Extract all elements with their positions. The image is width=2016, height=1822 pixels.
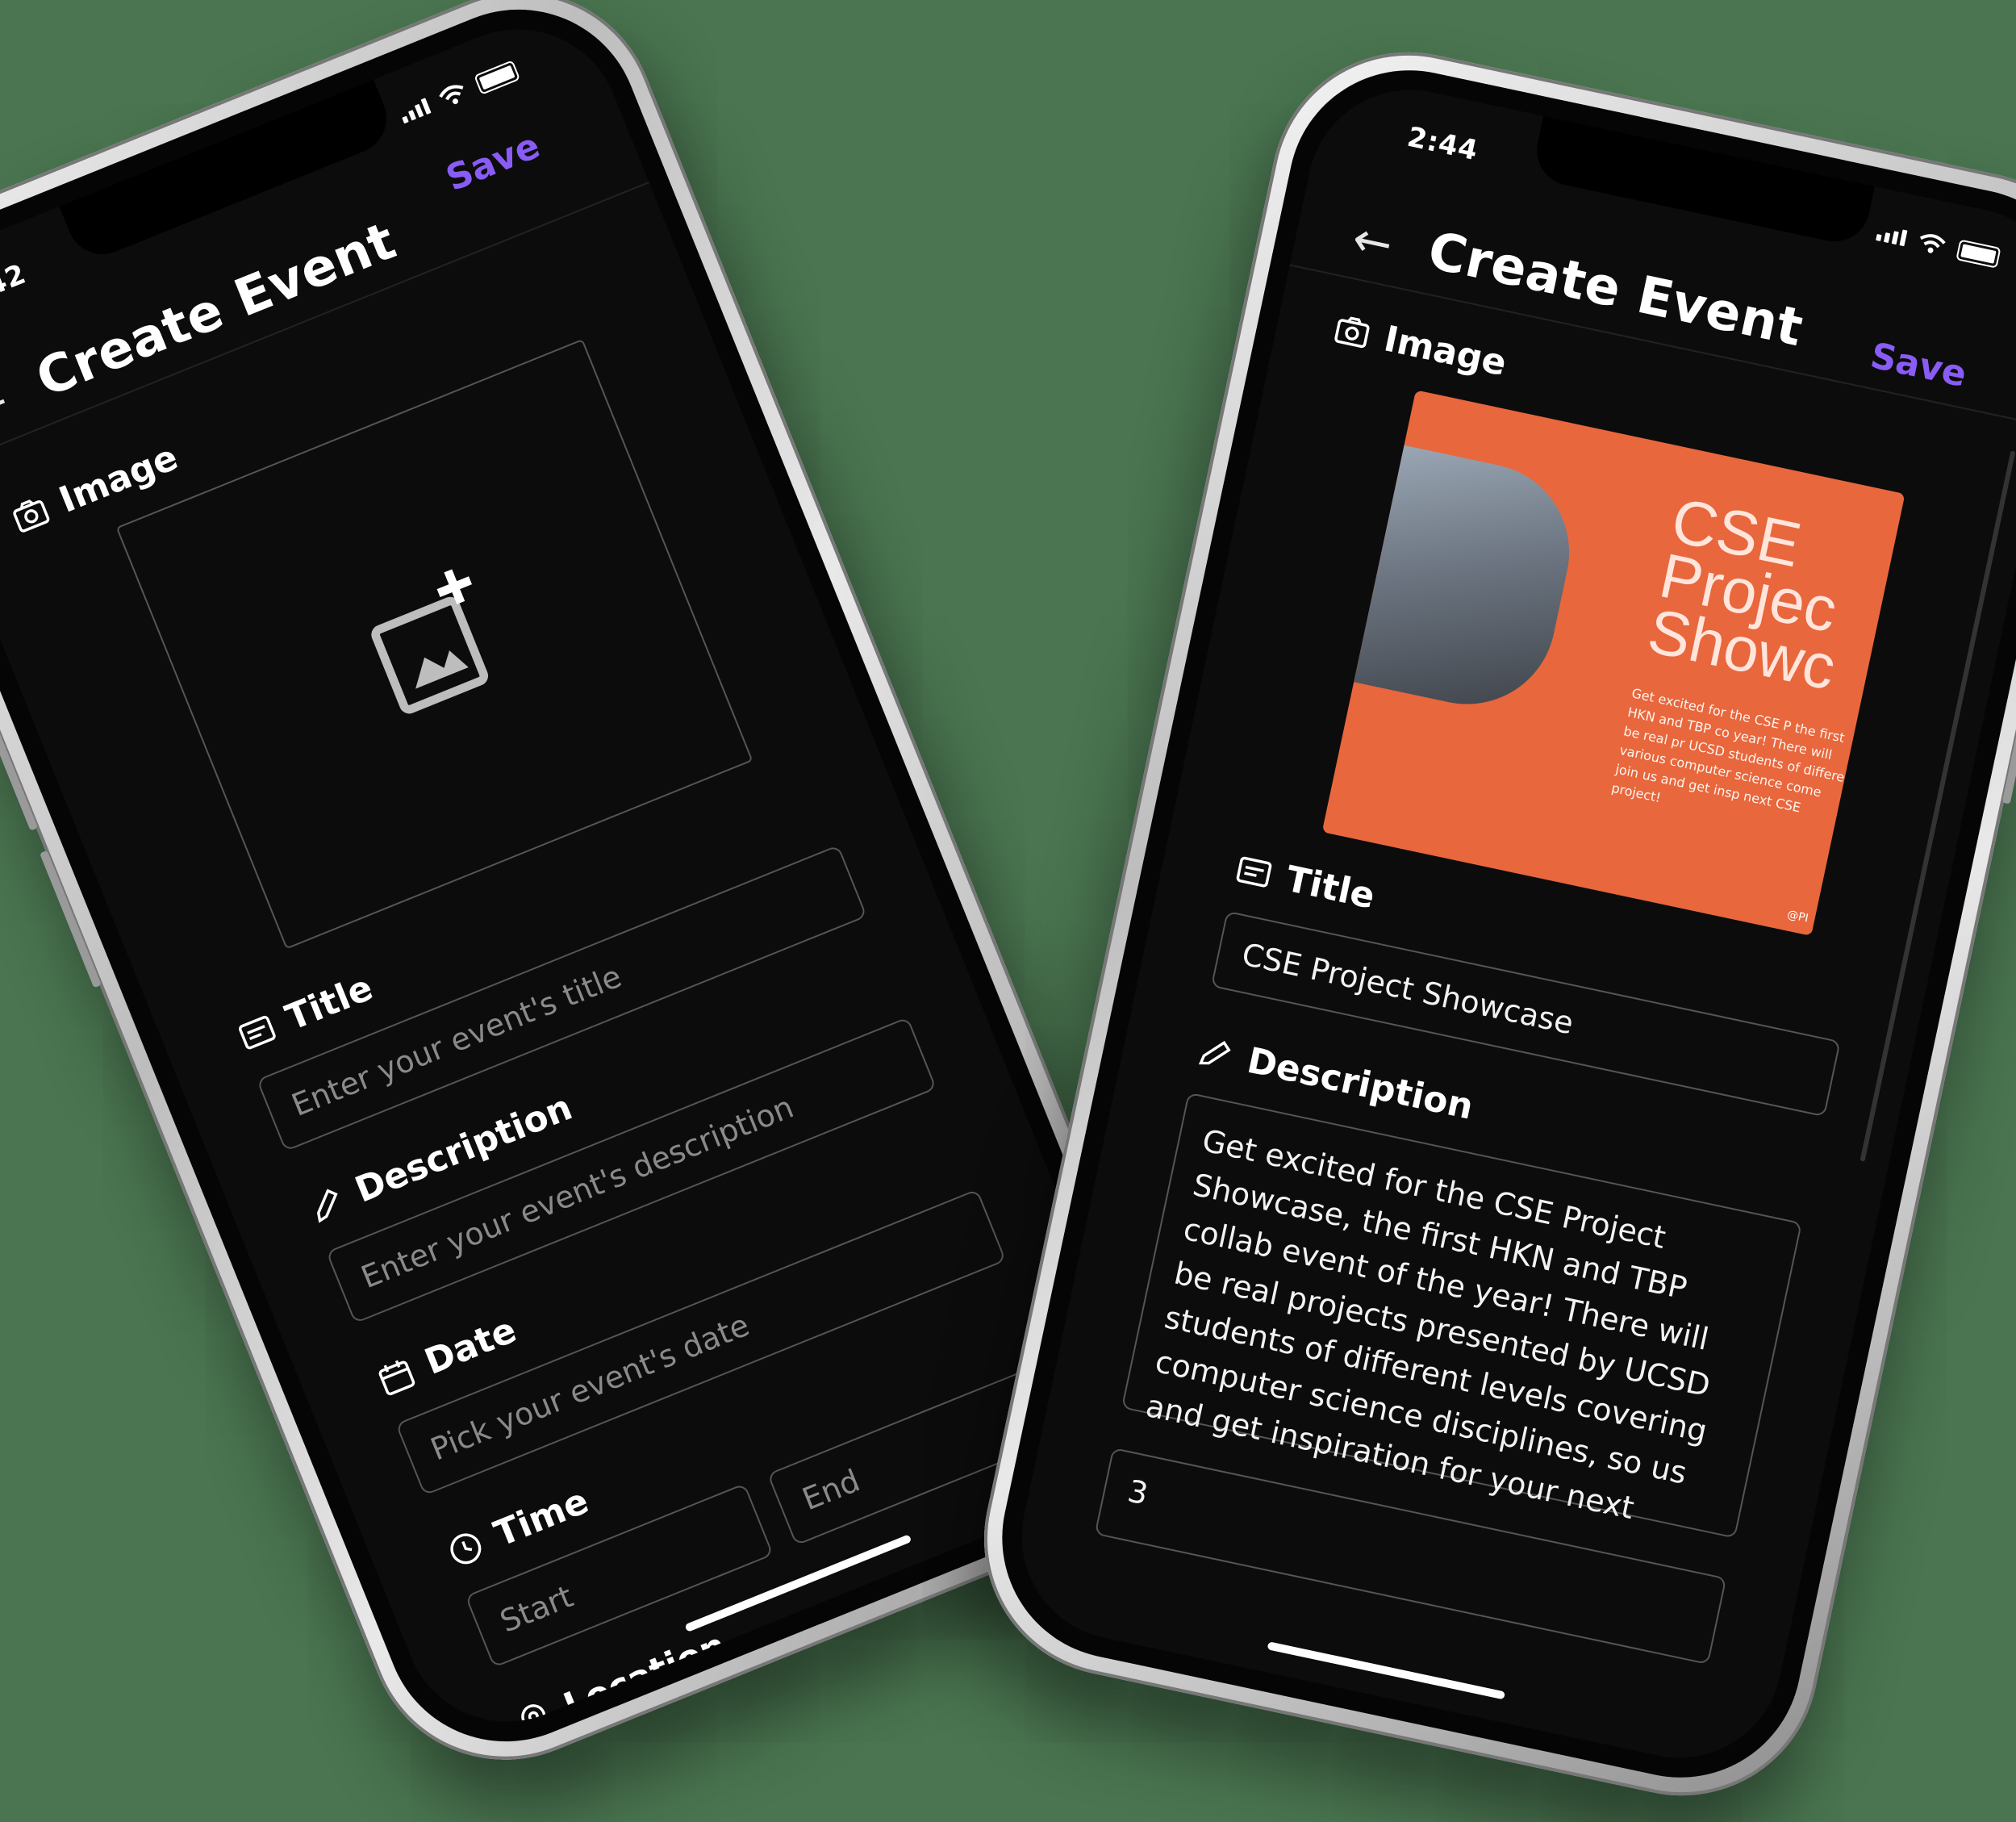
form-content: Image CSE Projec Showc Get excited for t…: [1003, 272, 2016, 1777]
phone-screen: 2:44 ← Create Event Save Image CSE Proje…: [1002, 70, 2016, 1778]
status-time: 2:42: [0, 257, 31, 315]
location-label-text: Location: [557, 1624, 733, 1728]
battery-icon: [474, 60, 521, 95]
event-poster-image[interactable]: CSE Projec Showc Get excited for the CSE…: [1321, 390, 1905, 936]
pencil-icon: [316, 1189, 338, 1223]
title-icon: [238, 1015, 276, 1049]
wifi-icon: [1919, 234, 1946, 253]
pencil-icon: [1198, 1040, 1231, 1064]
signal-icon: [1876, 224, 1908, 247]
right-phone: 2:44 ← Create Event Save Image CSE Proje…: [958, 27, 2016, 1821]
phone-bezel: 2:44 ← Create Event Save Image CSE Proje…: [979, 48, 2016, 1800]
save-button[interactable]: Save: [440, 125, 545, 199]
signal-icon: [399, 98, 432, 124]
arrow-left-icon[interactable]: ←: [0, 373, 16, 438]
battery-icon: [1955, 239, 2001, 269]
clock-icon: [450, 1532, 482, 1564]
wifi-icon: [439, 85, 464, 105]
save-button[interactable]: Save: [1867, 335, 1970, 395]
title-icon: [1236, 856, 1272, 888]
date-label-text: Date: [419, 1309, 523, 1383]
camera-icon: [1334, 316, 1370, 348]
poster-body: Get excited for the CSE P the first HKN …: [1609, 685, 1847, 816]
poster-title: CSE Projec Showc: [1642, 484, 1843, 704]
location-pin-icon: [521, 1703, 546, 1737]
title-label: Title: [1232, 847, 1379, 917]
poster-photo: [1354, 445, 1586, 721]
title-label-text: Title: [1282, 858, 1379, 917]
time-label-text: Time: [488, 1480, 595, 1556]
calendar-icon: [378, 1360, 415, 1395]
image-label: Image: [1330, 307, 1510, 384]
image-label-text: Image: [1380, 318, 1510, 385]
add-photo-icon: [371, 569, 489, 714]
poster-handle: @PI: [1785, 908, 1810, 926]
status-icons: [1875, 222, 2001, 269]
status-icons: [398, 60, 521, 126]
image-picker[interactable]: [115, 338, 753, 950]
camera-icon: [13, 499, 50, 533]
arrow-left-icon[interactable]: ←: [1348, 211, 1398, 273]
title-label-text: Title: [280, 967, 379, 1039]
status-time: 2:44: [1404, 120, 1481, 168]
